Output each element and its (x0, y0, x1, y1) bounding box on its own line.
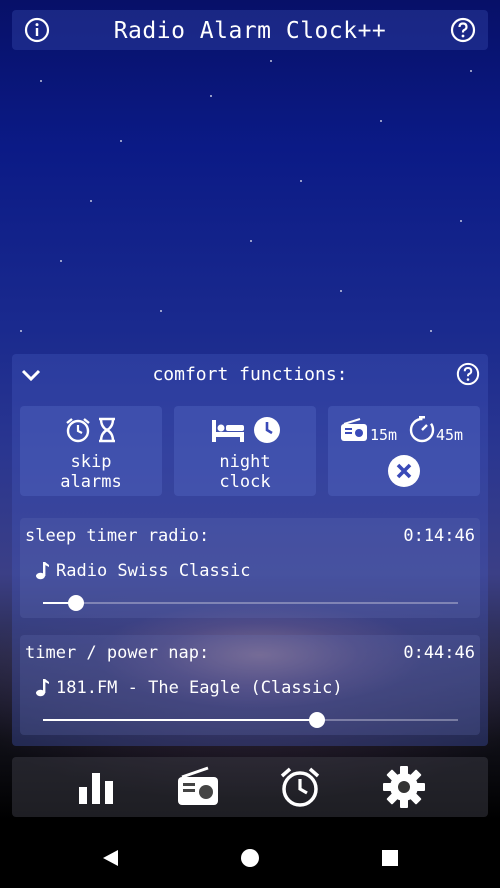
quick-timer-tile[interactable]: 15m 45m (328, 406, 480, 496)
timer-icon (409, 416, 435, 443)
radio-icon[interactable] (176, 765, 220, 809)
skip-alarms-label: skip alarms (60, 452, 122, 492)
settings-icon[interactable] (382, 765, 426, 809)
slider-thumb[interactable] (68, 595, 85, 611)
clock-icon (254, 417, 280, 443)
night-clock-label: night clock (219, 452, 271, 492)
top-bar: Radio Alarm Clock++ (12, 10, 488, 50)
bottom-nav (12, 757, 488, 817)
alarm-clock-icon[interactable] (278, 765, 322, 809)
music-note-icon (36, 679, 49, 697)
sleep-timer-slider[interactable] (43, 595, 458, 611)
slider-fill (43, 719, 317, 721)
app-title: Radio Alarm Clock++ (113, 18, 387, 44)
night-clock-button[interactable]: night clock (174, 406, 316, 496)
radio-icon (341, 418, 367, 441)
alarm-clock-icon (66, 418, 90, 443)
power-nap-time: 0:44:46 (403, 643, 475, 663)
radio-minutes: 15m (370, 426, 398, 444)
power-nap-slider[interactable] (43, 712, 458, 728)
timer-minutes: 45m (436, 426, 464, 444)
power-nap-station: 181.FM - The Eagle (Classic) (56, 678, 343, 698)
sleep-timer-title: sleep timer radio: (25, 526, 210, 546)
home-icon[interactable] (240, 848, 260, 868)
stats-icon[interactable] (74, 765, 118, 809)
bed-icon (212, 420, 244, 442)
system-navigation-bar (0, 826, 500, 888)
sleep-timer-station: Radio Swiss Classic (56, 561, 251, 581)
hourglass-icon (99, 417, 115, 443)
skip-alarms-button[interactable]: skip alarms (20, 406, 162, 496)
power-nap-card: timer / power nap: 0:44:46 181.FM - The … (20, 635, 480, 735)
back-icon[interactable] (100, 848, 120, 868)
help-icon[interactable] (450, 17, 476, 43)
music-note-icon (36, 562, 49, 580)
help-icon[interactable] (456, 362, 480, 386)
slider-thumb[interactable] (308, 712, 325, 728)
sleep-timer-card: sleep timer radio: 0:14:46 Radio Swiss C… (20, 518, 480, 618)
recents-icon[interactable] (381, 849, 399, 867)
panel-title: comfort functions: (152, 364, 348, 385)
cancel-icon[interactable] (387, 454, 421, 488)
sleep-timer-time: 0:14:46 (403, 526, 475, 546)
power-nap-title: timer / power nap: (25, 643, 210, 663)
comfort-functions-panel: comfort functions: skip alarms night clo… (12, 354, 488, 746)
